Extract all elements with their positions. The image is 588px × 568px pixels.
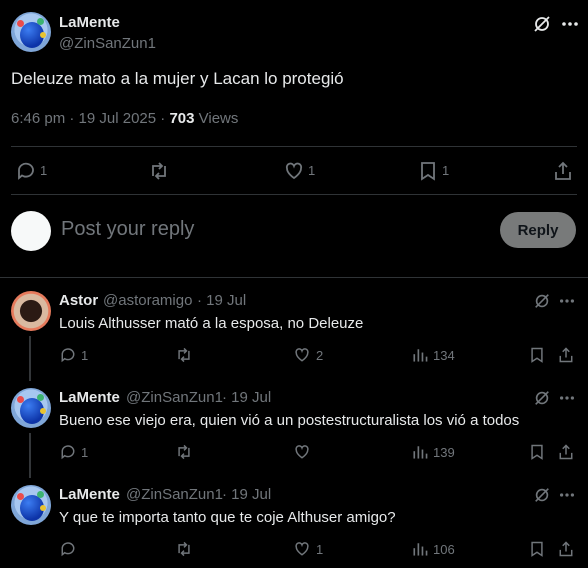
grok-icon[interactable] — [533, 389, 551, 407]
post-date[interactable]: · 19 Jul — [222, 486, 271, 503]
reply-icon[interactable] — [59, 540, 77, 558]
bookmark-icon[interactable] — [528, 346, 546, 364]
thread-line — [29, 336, 31, 381]
avatar[interactable] — [11, 291, 51, 331]
share-icon[interactable] — [552, 160, 574, 182]
bookmark-icon[interactable] — [528, 443, 546, 461]
like-icon[interactable] — [293, 346, 311, 364]
thread-line — [29, 433, 31, 478]
bookmark-icon[interactable] — [417, 160, 439, 182]
reply-button[interactable]: Reply — [500, 212, 576, 248]
reply-text: Y que te importa tanto que te coje Althu… — [59, 509, 396, 526]
divider — [11, 194, 577, 195]
repost-icon[interactable] — [175, 540, 193, 558]
reply-text: Louis Althusser mató a la esposa, no Del… — [59, 315, 364, 332]
like-icon[interactable] — [293, 540, 311, 558]
bookmark-count: 1 — [442, 163, 450, 178]
more-icon[interactable] — [560, 14, 580, 34]
timestamp[interactable]: 6:46 pm · 19 Jul 2025 · — [11, 110, 169, 127]
reply-icon[interactable] — [15, 160, 37, 182]
share-icon[interactable] — [557, 443, 575, 461]
reply-count: 1 — [81, 445, 89, 460]
like-count: 1 — [316, 542, 324, 557]
more-icon[interactable] — [558, 292, 576, 310]
views-label: Views — [194, 110, 239, 127]
author-handle[interactable]: @ZinSanZun1 — [126, 389, 223, 406]
repost-icon[interactable] — [175, 346, 193, 364]
post-date[interactable]: · 19 Jul — [222, 389, 271, 406]
share-icon[interactable] — [557, 540, 575, 558]
post-date[interactable]: · 19 Jul — [197, 292, 246, 309]
author-handle[interactable]: @ZinSanZun1 — [59, 35, 156, 52]
reply-icon[interactable] — [59, 443, 77, 461]
divider — [0, 277, 588, 278]
reply-count: 1 — [40, 163, 48, 178]
views-count: 703 — [169, 110, 195, 127]
more-icon[interactable] — [558, 389, 576, 407]
avatar[interactable] — [11, 12, 51, 52]
like-count: 2 — [316, 348, 324, 363]
author-handle[interactable]: @astoramigo — [103, 292, 192, 309]
repost-icon[interactable] — [148, 160, 170, 182]
author-name[interactable]: Astor — [59, 292, 98, 309]
reply-input[interactable]: Post your reply — [61, 218, 194, 241]
author-name[interactable]: LaMente — [59, 389, 120, 406]
divider — [11, 146, 577, 147]
like-icon[interactable] — [283, 160, 305, 182]
reply-count: 1 — [81, 348, 89, 363]
tweet-meta: 6:46 pm · 19 Jul 2025 · 703 Views — [11, 110, 238, 127]
reply-icon[interactable] — [59, 346, 77, 364]
avatar[interactable] — [11, 485, 51, 525]
more-icon[interactable] — [558, 486, 576, 504]
repost-icon[interactable] — [175, 443, 193, 461]
views-count: 106 — [433, 542, 455, 557]
author-name[interactable]: LaMente — [59, 486, 120, 503]
like-count: 1 — [308, 163, 316, 178]
views-icon[interactable] — [411, 443, 429, 461]
views-icon[interactable] — [411, 540, 429, 558]
tweet-text: Deleuze mato a la mujer y Lacan lo prote… — [11, 69, 344, 88]
reply-text: Bueno ese viejo era, quien vió a un post… — [59, 412, 520, 429]
views-count: 134 — [433, 348, 455, 363]
user-avatar[interactable] — [11, 211, 51, 251]
grok-icon[interactable] — [533, 292, 551, 310]
grok-icon[interactable] — [532, 14, 552, 34]
bookmark-icon[interactable] — [528, 540, 546, 558]
author-name[interactable]: LaMente — [59, 14, 120, 31]
avatar[interactable] — [11, 388, 51, 428]
author-handle[interactable]: @ZinSanZun1 — [126, 486, 223, 503]
share-icon[interactable] — [557, 346, 575, 364]
like-icon[interactable] — [293, 443, 311, 461]
grok-icon[interactable] — [533, 486, 551, 504]
views-count: 139 — [433, 445, 455, 460]
views-icon[interactable] — [411, 346, 429, 364]
